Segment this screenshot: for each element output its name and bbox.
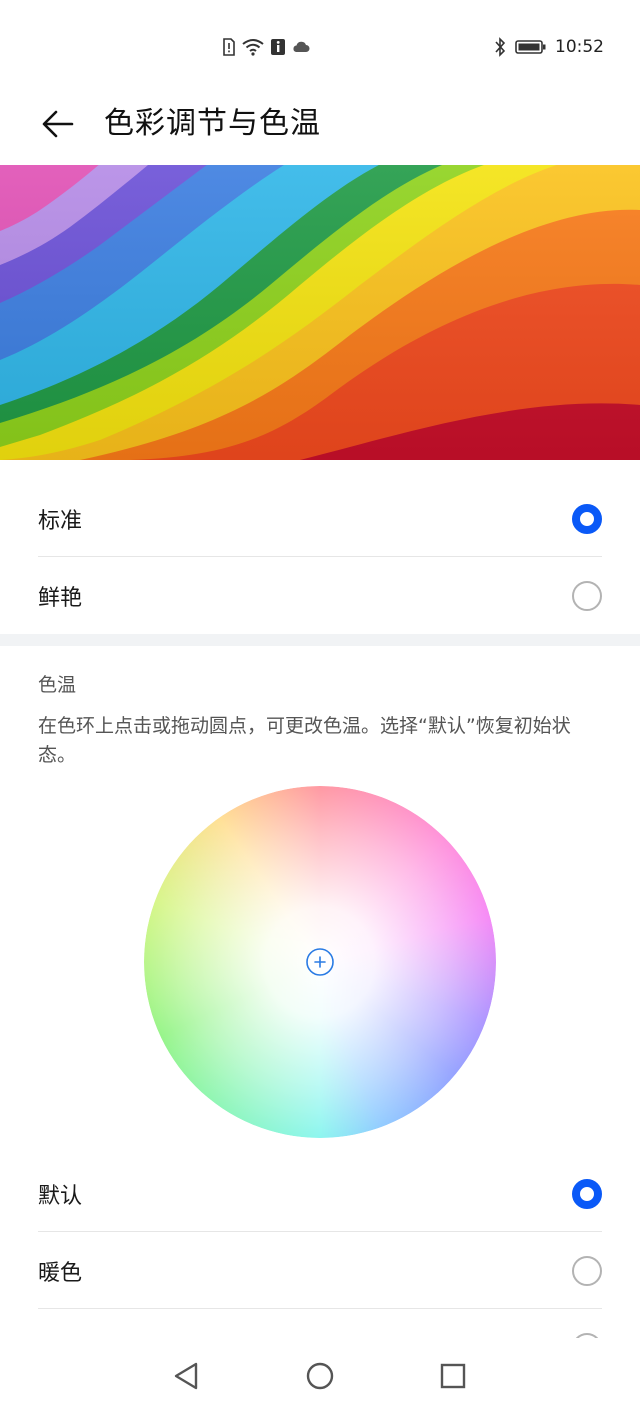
bluetooth-icon [493,37,507,57]
option-label: 鲜艳 [38,585,83,611]
option-default[interactable]: 默认 [38,1155,602,1232]
status-bar: 10:52 [0,0,640,92]
radio-checked[interactable] [572,503,602,534]
option-vivid[interactable]: 鲜艳 [38,557,602,634]
option-label: 标准 [38,508,83,534]
nav-recents-button[interactable] [433,1356,473,1396]
radio-unchecked[interactable] [572,1255,602,1286]
color-wheel[interactable] [144,786,496,1138]
page-title: 色彩调节与色温 [104,106,321,141]
option-label: 暖色 [38,1260,83,1286]
nav-back-button[interactable] [166,1356,206,1396]
section-separator [0,634,640,646]
home-circle-icon [306,1362,334,1390]
wifi-icon [242,38,264,56]
color-wheel-handle[interactable] [304,946,336,978]
cloud-icon [292,40,310,54]
recents-square-icon [440,1363,466,1389]
option-standard[interactable]: 标准 [38,480,602,557]
section-title: 色温 [38,674,77,696]
nav-home-button[interactable] [300,1356,340,1396]
status-time: 10:52 [555,37,604,57]
option-label: 默认 [38,1183,83,1209]
rainbow-banner-image [0,165,640,460]
status-right: 10:52 [493,36,604,58]
navigation-bar [0,1338,640,1408]
radio-unchecked[interactable] [572,580,602,611]
sim-alert-icon [222,38,236,56]
header: 色彩调节与色温 [0,92,640,164]
back-triangle-icon [174,1362,198,1390]
info-icon [270,38,286,56]
option-warm[interactable]: 暖色 [38,1232,602,1309]
arrow-left-icon [42,110,74,138]
status-icons [222,36,310,58]
back-button[interactable] [36,102,80,146]
battery-icon [515,39,547,55]
radio-checked[interactable] [572,1178,602,1209]
section-description: 在色环上点击或拖动圆点，可更改色温。选择“默认”恢复初始状态。 [38,715,571,766]
